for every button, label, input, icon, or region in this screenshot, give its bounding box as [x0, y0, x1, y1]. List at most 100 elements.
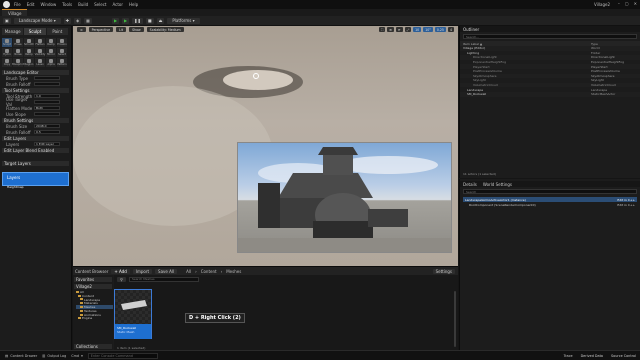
menu-window[interactable]: Window	[40, 2, 56, 7]
pause-icon[interactable]: ❚❚	[132, 17, 143, 24]
save-all-button[interactable]: Save All	[155, 268, 178, 274]
outliner-row[interactable]: Village (Editor) World	[460, 46, 640, 51]
project-root-section[interactable]: Village2	[74, 284, 112, 289]
cmd-dropdown[interactable]: Cmd ▾	[71, 354, 83, 358]
rotation-snap-value[interactable]: 10°	[423, 27, 433, 32]
tool-region[interactable]: Region	[24, 58, 34, 67]
play-button[interactable]: ▶	[111, 17, 120, 24]
menu-build[interactable]: Build	[78, 2, 88, 7]
outliner-search-input[interactable]: Search...	[463, 34, 637, 39]
cinematics-icon[interactable]: ▦	[84, 17, 92, 24]
use-slope-checkbox[interactable]	[34, 112, 60, 116]
import-button[interactable]: Import	[132, 268, 153, 274]
edit-in-cpp-link[interactable]: Edit in C++	[617, 198, 635, 202]
asset-tile-sm-rockwall[interactable]: SM_Rockwall Static Mesh	[114, 289, 152, 339]
output-log-button[interactable]: ▥ Output Log	[42, 354, 66, 358]
tool-lasso[interactable]: Lasso	[35, 58, 45, 67]
tab-world-settings[interactable]: World Settings	[483, 182, 512, 187]
add-button[interactable]: + Add	[111, 268, 130, 274]
show-button[interactable]: Show	[129, 27, 144, 32]
tool-noise[interactable]: Noise	[13, 48, 23, 57]
use-target-checkbox[interactable]	[34, 100, 60, 104]
tool-alpha[interactable]: Alpha	[46, 58, 56, 67]
outliner-row[interactable]: Lighting Folder	[460, 51, 640, 56]
tab-details[interactable]: Details	[463, 182, 477, 187]
tab-sculpt[interactable]: Sculpt	[24, 28, 46, 35]
brush-falloff-selector[interactable]	[34, 82, 60, 86]
brush-type-selector[interactable]	[34, 76, 60, 80]
outliner-row[interactable]: VolumetricCloud VolumetricCloud	[460, 82, 640, 88]
favorites-section[interactable]: Favorites	[74, 277, 112, 282]
details-search-input[interactable]: Search	[463, 189, 637, 194]
outliner-row[interactable]: SkyAtmosphere SkyAtmosphere	[460, 73, 640, 79]
tab-paint[interactable]: Paint	[46, 28, 68, 35]
column-item-label[interactable]: Item Label ▲	[463, 42, 591, 46]
stop-icon[interactable]: ■	[145, 17, 154, 24]
outliner-row[interactable]: Landscape Landscape	[460, 87, 640, 92]
tool-select[interactable]: Select	[57, 48, 67, 57]
lit-button[interactable]: Lit	[116, 27, 127, 32]
save-icon[interactable]: ▣	[3, 17, 11, 24]
column-type[interactable]: Type	[591, 42, 639, 46]
brush-falloff-field[interactable]: 0.5	[34, 130, 60, 134]
tool-erase[interactable]: Erase	[13, 38, 23, 47]
source-control-button[interactable]: Source Control	[611, 354, 636, 358]
level-tab[interactable]: Village	[2, 9, 28, 16]
tool-visibility[interactable]: Visibility	[35, 48, 45, 57]
layers-dropdown[interactable]: 1 Edit Layer	[34, 142, 60, 146]
outliner-row[interactable]: PlayerStart PlayerStart	[460, 64, 640, 69]
tool-flatten[interactable]: Flatten	[35, 38, 45, 47]
folder-engine[interactable]: Engine	[76, 316, 113, 320]
maximize-button[interactable]: ▢	[625, 1, 629, 6]
flatten-mode-dropdown[interactable]: Both	[34, 106, 60, 110]
breadcrumb-meshes[interactable]: Meshes	[226, 269, 241, 274]
outliner-row[interactable]: DirectionalLight DirectionalLight	[460, 55, 640, 60]
section-target-layers[interactable]: Target Layers	[2, 161, 69, 166]
outliner-row[interactable]: ExponentialHeightFog ExponentialHeightFog	[460, 60, 640, 65]
scale-snap-value[interactable]: 0.25	[434, 27, 446, 32]
translate-icon[interactable]: ⊕	[387, 27, 394, 32]
platforms-dropdown[interactable]: Platforms ▾	[167, 17, 200, 24]
add-actor-icon[interactable]: ✚	[63, 17, 72, 24]
component-edit-link[interactable]: Edit in C++	[617, 203, 635, 207]
tool-erosion[interactable]: Erosion	[57, 38, 67, 47]
outliner-row[interactable]: SkyLight SkyLight	[460, 78, 640, 83]
asset-view-scrollbar[interactable]	[454, 291, 456, 347]
menu-actor[interactable]: Actor	[112, 2, 123, 7]
heightmap-layer[interactable]: Layers Heightmap	[2, 172, 69, 189]
perspective-button[interactable]: Perspective	[88, 27, 114, 32]
scalability-button[interactable]: Scalability: Medium	[146, 27, 184, 32]
camera-speed-value[interactable]: 4	[447, 27, 454, 32]
grid-snap-value[interactable]: 10	[413, 27, 422, 32]
tool-pattern[interactable]: Pattern	[57, 58, 67, 67]
unreal-logo-icon[interactable]	[3, 1, 10, 8]
console-command-input[interactable]: Enter Console Command	[87, 352, 158, 359]
asset-search-input[interactable]: Search Meshes	[128, 276, 199, 282]
viewport-menu-button[interactable]: ≡	[77, 27, 86, 32]
menu-edit[interactable]: Edit	[27, 2, 35, 7]
tool-ramp[interactable]: Ramp	[46, 38, 56, 47]
tool-retop[interactable]: Retop	[24, 48, 34, 57]
play-in-editor-button[interactable]: ▶	[122, 17, 130, 24]
tool-smooth[interactable]: Smooth	[24, 38, 34, 47]
tool-copy[interactable]: Copy	[2, 58, 12, 67]
brush-size-field[interactable]: 2048.0	[34, 124, 60, 128]
breadcrumb-all[interactable]: All	[186, 269, 191, 274]
outliner-row[interactable]: PostProcessVolume PostProcessVolume	[460, 69, 640, 74]
scale-icon[interactable]: ⤢	[404, 27, 412, 32]
tool-hydro[interactable]: Hydro	[2, 48, 12, 57]
derived-data-button[interactable]: Derived Data	[581, 354, 603, 358]
eject-icon[interactable]: ⏏	[156, 17, 165, 24]
breadcrumb-content[interactable]: Content	[201, 269, 217, 274]
menu-tools[interactable]: Tools	[62, 2, 72, 7]
tool-strength-field[interactable]: 1.0	[34, 94, 60, 98]
close-button[interactable]: ✕	[634, 1, 637, 6]
tool-mirror[interactable]: Mirror	[46, 48, 56, 57]
menu-select[interactable]: Select	[94, 2, 106, 7]
fullscreen-icon[interactable]: ⛶	[379, 27, 386, 32]
minimize-button[interactable]: –	[618, 1, 620, 6]
trace-button[interactable]: Trace	[564, 354, 573, 358]
component-row[interactable]: RootComponent (SceneRenderComponent0) Ed…	[463, 202, 637, 207]
tab-manage[interactable]: Manage	[2, 28, 24, 35]
content-drawer-button[interactable]: ▤ Content Drawer	[5, 354, 37, 358]
